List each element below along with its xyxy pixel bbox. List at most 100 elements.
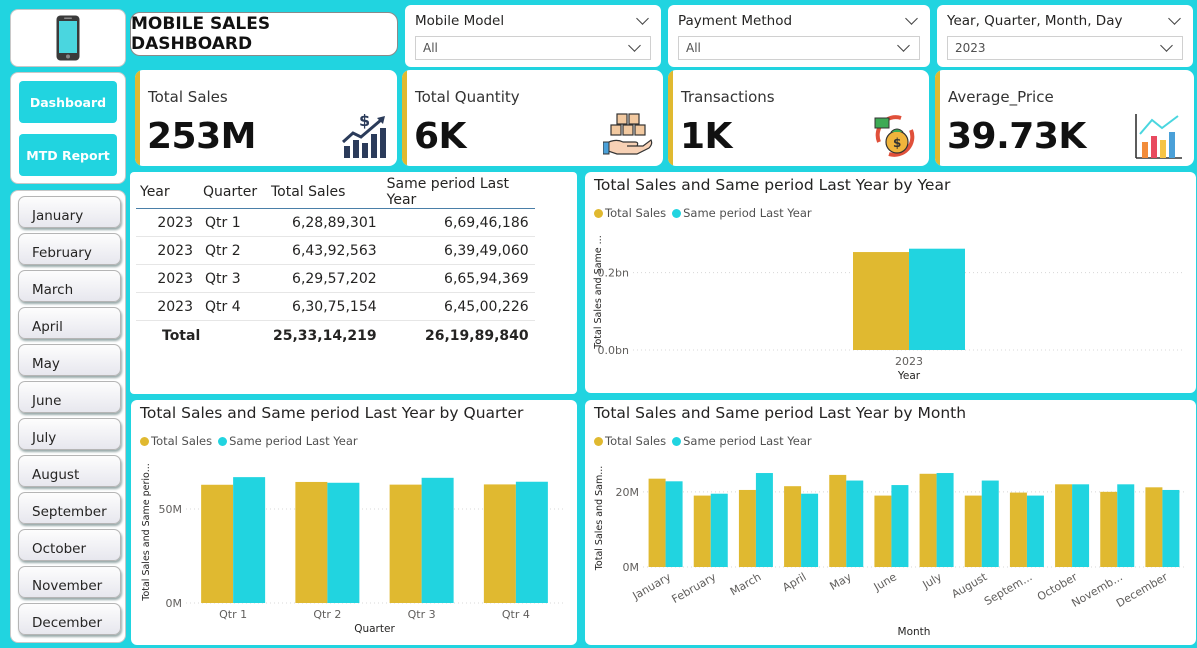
y-tick-label: 20M bbox=[616, 486, 640, 499]
dashboard-button[interactable]: Dashboard bbox=[19, 81, 117, 123]
table-cell: 2023 bbox=[136, 236, 199, 265]
bar bbox=[801, 493, 819, 567]
column-header-same-period[interactable]: Same period Last Year bbox=[382, 176, 535, 209]
bar bbox=[389, 484, 422, 603]
table-total-row: Total 25,33,14,219 26,19,89,840 bbox=[136, 320, 535, 351]
x-tick-label: December bbox=[1114, 570, 1170, 610]
month-button-august[interactable]: August bbox=[18, 455, 121, 487]
bar bbox=[233, 477, 266, 603]
boxes-hand-icon bbox=[603, 113, 653, 155]
table-cell: Total bbox=[136, 320, 267, 351]
table-cell: 25,33,14,219 bbox=[267, 320, 383, 351]
svg-text:$: $ bbox=[359, 112, 370, 130]
chevron-down-icon[interactable] bbox=[905, 12, 918, 25]
bar bbox=[919, 473, 937, 567]
table-cell: 6,43,92,563 bbox=[267, 236, 383, 265]
kpi-accent-bar bbox=[402, 70, 407, 166]
bar bbox=[964, 495, 982, 567]
bar bbox=[1162, 489, 1180, 567]
month-button-march[interactable]: March bbox=[18, 270, 121, 302]
bar bbox=[710, 493, 728, 567]
bar bbox=[327, 482, 360, 603]
y-tick-label: 0M bbox=[166, 597, 183, 610]
money-growth-icon: $ bbox=[341, 112, 386, 158]
bar bbox=[829, 474, 847, 567]
month-button-july[interactable]: July bbox=[18, 418, 121, 450]
slicer-payment-method[interactable]: Payment Method All bbox=[668, 5, 930, 67]
quarter-table-card: Year Quarter Total Sales Same period Las… bbox=[130, 172, 577, 394]
quarter-table: Year Quarter Total Sales Same period Las… bbox=[136, 176, 535, 351]
page-navigation: Dashboard MTD Report bbox=[10, 72, 126, 184]
bar bbox=[295, 481, 328, 603]
table-cell: Qtr 1 bbox=[199, 208, 267, 237]
bar bbox=[891, 485, 909, 567]
bar bbox=[1072, 484, 1090, 567]
table-row: 2023 Qtr 3 6,29,57,202 6,65,94,369 bbox=[136, 264, 535, 293]
table-cell: 6,29,57,202 bbox=[267, 264, 383, 293]
slicer-dropdown[interactable]: 2023 bbox=[947, 36, 1183, 60]
kpi-label: Total Quantity bbox=[415, 88, 520, 106]
bar bbox=[874, 495, 892, 567]
kpi-label: Transactions bbox=[681, 88, 775, 106]
chevron-down-icon bbox=[1160, 39, 1173, 52]
month-button-january[interactable]: January bbox=[18, 196, 121, 228]
bar-chart-icon bbox=[1135, 114, 1182, 159]
column-header-year[interactable]: Year bbox=[136, 176, 199, 209]
table-cell: 6,65,94,369 bbox=[382, 264, 535, 293]
kpi-value: 6K bbox=[414, 116, 466, 157]
table-cell: 6,39,49,060 bbox=[382, 236, 535, 265]
month-button-november[interactable]: November bbox=[18, 566, 121, 598]
bar bbox=[853, 252, 909, 350]
bar bbox=[784, 486, 802, 567]
table-cell: Qtr 3 bbox=[199, 264, 267, 293]
bar bbox=[936, 473, 954, 567]
slicer-date[interactable]: Year, Quarter, Month, Day 2023 bbox=[937, 5, 1193, 67]
slicer-dropdown[interactable]: All bbox=[415, 36, 651, 60]
table-row: 2023 Qtr 2 6,43,92,563 6,39,49,060 bbox=[136, 236, 535, 265]
x-tick-label: January bbox=[630, 570, 674, 603]
chevron-down-icon[interactable] bbox=[1168, 12, 1181, 25]
column-header-quarter[interactable]: Quarter bbox=[199, 176, 267, 209]
logo bbox=[10, 9, 126, 67]
mobile-phone-icon bbox=[56, 15, 80, 61]
month-button-december[interactable]: December bbox=[18, 603, 121, 635]
x-tick-label: May bbox=[828, 570, 855, 593]
month-button-april[interactable]: April bbox=[18, 307, 121, 339]
x-axis-title: Quarter bbox=[354, 623, 395, 635]
x-tick-label: Qtr 3 bbox=[408, 608, 436, 621]
month-button-september[interactable]: September bbox=[18, 492, 121, 524]
x-tick-label: Qtr 2 bbox=[313, 608, 341, 621]
bar bbox=[1100, 491, 1118, 567]
slicer-value: 2023 bbox=[955, 41, 986, 55]
x-tick-label: March bbox=[728, 570, 764, 598]
table-cell: 6,45,00,226 bbox=[382, 292, 535, 321]
table-cell: 6,28,89,301 bbox=[267, 208, 383, 237]
table-cell: Qtr 4 bbox=[199, 292, 267, 321]
slicer-value: All bbox=[423, 41, 438, 55]
svg-text:$: $ bbox=[893, 136, 901, 150]
bar bbox=[738, 489, 756, 567]
kpi-average-price: Average_Price 39.73K bbox=[935, 70, 1194, 166]
kpi-label: Total Sales bbox=[148, 88, 228, 106]
y-axis-title: Total Sales and Sam... bbox=[594, 466, 605, 572]
table-cell: 2023 bbox=[136, 264, 199, 293]
bar bbox=[1009, 492, 1027, 567]
bar bbox=[846, 480, 864, 567]
kpi-accent-bar bbox=[935, 70, 940, 166]
slicer-label: Payment Method bbox=[678, 13, 793, 29]
month-button-may[interactable]: May bbox=[18, 344, 121, 376]
table-cell: 2023 bbox=[136, 292, 199, 321]
x-tick-label: Qtr 1 bbox=[219, 608, 247, 621]
page-title: MOBILE SALES DASHBOARD bbox=[130, 12, 398, 56]
chevron-down-icon[interactable] bbox=[636, 12, 649, 25]
kpi-total-sales: Total Sales 253M $ bbox=[135, 70, 397, 166]
table-cell: 26,19,89,840 bbox=[382, 320, 535, 351]
month-button-june[interactable]: June bbox=[18, 381, 121, 413]
column-header-total-sales[interactable]: Total Sales bbox=[267, 176, 383, 209]
slicer-dropdown[interactable]: All bbox=[678, 36, 920, 60]
slicer-mobile-model[interactable]: Mobile Model All bbox=[405, 5, 661, 67]
month-button-october[interactable]: October bbox=[18, 529, 121, 561]
mtd-report-button[interactable]: MTD Report bbox=[19, 134, 117, 176]
bar bbox=[1117, 484, 1135, 567]
month-button-february[interactable]: February bbox=[18, 233, 121, 265]
